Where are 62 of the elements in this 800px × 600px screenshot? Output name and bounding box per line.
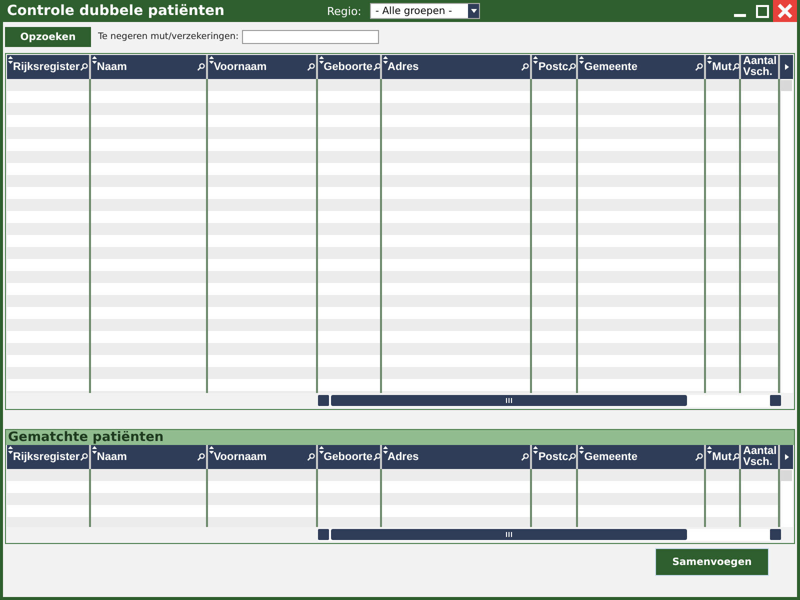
scroll-right-button[interactable] [780,55,793,79]
search-icon[interactable] [695,63,704,71]
region-label: Regio: [327,4,362,18]
search-icon[interactable] [372,63,380,71]
column-header[interactable]: Naam [90,55,208,79]
search-icon[interactable] [306,453,315,461]
column-header[interactable]: Gemeente [578,445,706,469]
grid-caption: Gematchte patiënten [6,430,794,445]
column-header[interactable]: Postc [532,445,578,469]
column-header[interactable]: Adres [382,55,532,79]
search-icon[interactable] [521,63,530,71]
close-icon [777,3,793,19]
grip-icon [506,532,512,537]
column-header[interactable]: Mut [706,55,742,79]
column-header[interactable]: Naam [90,445,208,469]
scroll-thumb[interactable] [331,395,687,406]
search-icon[interactable] [80,63,88,71]
vertical-scrollbar[interactable] [780,469,793,527]
search-icon[interactable] [695,453,704,461]
window-title: Controle dubbele patiënten [6,3,226,19]
caret-right-icon [784,64,788,70]
column-header[interactable]: Postc [532,55,578,79]
scroll-thumb[interactable] [331,529,687,540]
search-icon[interactable] [568,63,576,71]
search-icon[interactable] [196,63,205,71]
maximize-icon [756,4,768,18]
column-header[interactable]: Rijksregister [7,445,91,469]
search-icon[interactable] [732,453,740,461]
search-icon[interactable] [521,453,530,461]
horizontal-scrollbar[interactable] [318,529,781,541]
region-dropdown[interactable]: - Alle groepen - [370,3,480,19]
merge-button[interactable]: Samenvoegen [655,548,769,576]
minimize-icon [734,14,746,16]
column-header[interactable]: Rijksregister [7,55,91,79]
vertical-scrollbar[interactable] [780,79,793,393]
column-header[interactable]: Voornaam [208,445,318,469]
caret-right-icon [784,454,788,460]
search-icon[interactable] [372,453,380,461]
search-icon[interactable] [568,453,576,461]
search-icon[interactable] [80,453,88,461]
dropdown-arrow-icon [470,9,477,13]
column-header[interactable]: Mut [706,445,742,469]
column-header[interactable]: Voornaam [208,55,318,79]
scroll-right-button[interactable] [780,445,793,469]
grip-icon [506,398,512,403]
sort-icon[interactable] [8,446,13,454]
column-header[interactable]: Geboorte [318,445,382,469]
search-icon[interactable] [196,453,205,461]
close-button[interactable] [773,0,797,22]
horizontal-scrollbar[interactable] [318,395,781,407]
column-header[interactable]: Gemeente [578,55,706,79]
sort-icon[interactable] [8,56,13,64]
search-icon[interactable] [306,63,315,71]
column-header[interactable]: Adres [382,445,532,469]
grid-column [741,469,780,527]
search-icon[interactable] [732,63,740,71]
search-button[interactable]: Opzoeken [5,27,91,47]
ignore-label: Te negeren mut/verzekeringen: [98,32,239,42]
column-header[interactable]: Aantal Vsch. [741,445,780,469]
column-header[interactable]: Geboorte [318,55,382,79]
column-header[interactable]: Aantal Vsch. [741,55,780,79]
ignore-input-field[interactable] [242,30,379,44]
